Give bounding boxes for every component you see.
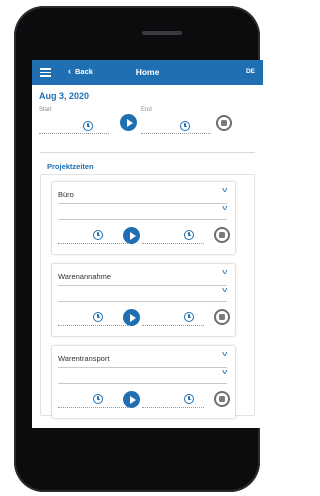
project-times-section: Projektzeiten Büro v v Warenannahme v v xyxy=(40,156,255,428)
end-time-field[interactable] xyxy=(142,325,204,326)
stop-button[interactable] xyxy=(214,309,230,325)
chevron-down-icon[interactable]: v xyxy=(222,369,227,376)
chevron-down-icon[interactable]: v xyxy=(222,187,227,194)
end-time-field[interactable] xyxy=(142,407,204,408)
end-label: End xyxy=(141,107,152,113)
project-card-warenannahme: Warenannahme v v xyxy=(52,264,235,336)
end-time-field[interactable] xyxy=(141,133,211,134)
today-date: Aug 3, 2020 xyxy=(39,91,90,101)
project-name: Warentransport xyxy=(58,354,110,363)
project-select[interactable] xyxy=(58,285,227,286)
start-play-button[interactable] xyxy=(120,114,137,131)
task-select[interactable] xyxy=(58,383,227,384)
project-select[interactable] xyxy=(58,203,227,204)
task-select[interactable] xyxy=(58,219,227,220)
start-clock-icon[interactable] xyxy=(93,394,103,404)
chevron-down-icon[interactable]: v xyxy=(222,205,227,212)
stop-button[interactable] xyxy=(216,115,232,131)
start-time-field[interactable] xyxy=(39,133,109,134)
chevron-down-icon[interactable]: v xyxy=(222,287,227,294)
start-play-button[interactable] xyxy=(123,391,140,408)
today-time-card: Aug 3, 2020 Start End xyxy=(32,85,263,137)
start-clock-icon[interactable] xyxy=(83,121,93,131)
start-clock-icon[interactable] xyxy=(93,230,103,240)
end-clock-icon[interactable] xyxy=(184,312,194,322)
section-divider xyxy=(40,152,255,153)
end-clock-icon[interactable] xyxy=(184,230,194,240)
start-time-field[interactable] xyxy=(58,407,130,408)
start-label: Start xyxy=(39,107,52,113)
project-select[interactable] xyxy=(58,367,227,368)
app-bar: ‹ Back Home DE xyxy=(32,60,263,85)
project-list: Büro v v Warenannahme v v Warentransport… xyxy=(40,174,255,418)
project-card-warentransport: Warentransport v v xyxy=(52,346,235,418)
start-play-button[interactable] xyxy=(123,227,140,244)
chevron-down-icon[interactable]: v xyxy=(222,351,227,358)
project-name: Warenannahme xyxy=(58,272,112,281)
stop-button[interactable] xyxy=(214,227,230,243)
start-time-field[interactable] xyxy=(58,325,130,326)
project-card-buero: Büro v v xyxy=(52,182,235,254)
app-screen: ‹ Back Home DE Aug 3, 2020 Start End Pro… xyxy=(32,60,263,428)
phone-speaker xyxy=(142,31,182,35)
start-clock-icon[interactable] xyxy=(93,312,103,322)
end-clock-icon[interactable] xyxy=(180,121,190,131)
chevron-down-icon[interactable]: v xyxy=(222,269,227,276)
project-name: Büro xyxy=(58,190,74,199)
page-title: Home xyxy=(135,67,160,77)
start-play-button[interactable] xyxy=(123,309,140,326)
language-switch[interactable]: DE xyxy=(246,68,255,75)
task-select[interactable] xyxy=(58,301,227,302)
start-time-field[interactable] xyxy=(58,243,130,244)
stop-button[interactable] xyxy=(214,391,230,407)
section-title: Projektzeiten xyxy=(47,162,94,171)
end-clock-icon[interactable] xyxy=(184,394,194,404)
end-time-field[interactable] xyxy=(142,243,204,244)
